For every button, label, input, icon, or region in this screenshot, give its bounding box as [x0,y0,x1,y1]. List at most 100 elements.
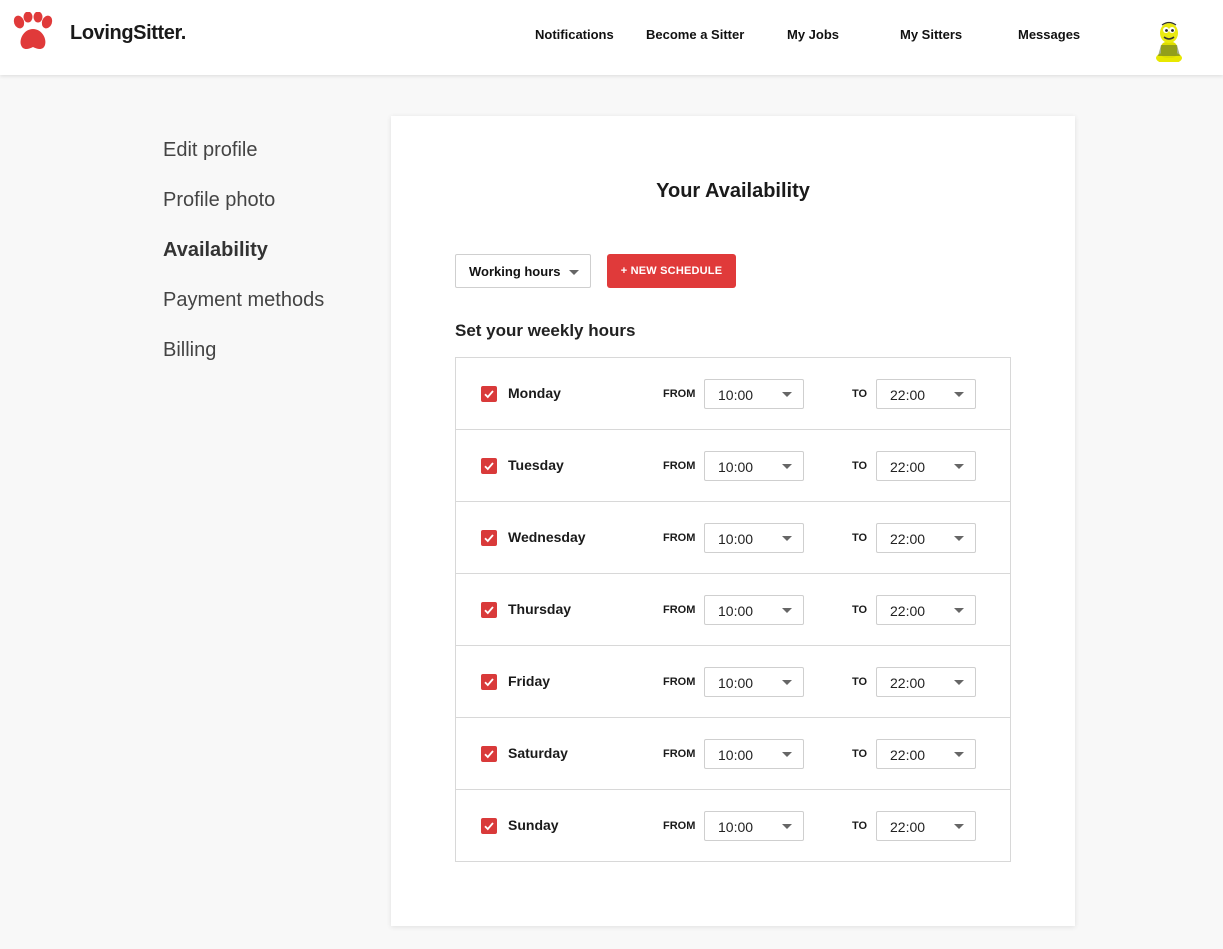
from-label: FROM [663,460,696,472]
from-time-value: 10:00 [718,747,754,763]
nav-messages[interactable]: Messages [1018,27,1080,42]
from-time-select[interactable]: 10:00 [704,451,804,481]
to-time-select[interactable]: 22:00 [876,811,976,841]
to-label: TO [852,388,868,400]
chevron-down-icon [782,680,792,685]
avatar-icon[interactable] [1150,18,1188,62]
chevron-down-icon [782,752,792,757]
chevron-down-icon [782,608,792,613]
from-label: FROM [663,532,696,544]
top-header: LovingSitter. Notifications Become a Sit… [0,0,1223,75]
from-label: FROM [663,676,696,688]
day-checkbox[interactable] [481,602,497,618]
nav-notifications[interactable]: Notifications [535,27,614,42]
nav-become-a-sitter[interactable]: Become a Sitter [646,27,744,42]
to-time-select[interactable]: 22:00 [876,667,976,697]
from-label: FROM [663,388,696,400]
chevron-down-icon [954,752,964,757]
to-label: TO [852,460,868,472]
day-row-wednesday: Wednesday FROM 10:00 TO 22:00 [456,502,1010,574]
chevron-down-icon [782,824,792,829]
checkmark-icon [484,390,494,399]
from-time-select[interactable]: 10:00 [704,595,804,625]
day-checkbox[interactable] [481,458,497,474]
sidebar-item-edit-profile[interactable]: Edit profile [163,139,258,162]
checkmark-icon [484,822,494,831]
checkmark-icon [484,750,494,759]
to-label: TO [852,748,868,760]
page-title: Your Availability [656,180,810,202]
day-row-thursday: Thursday FROM 10:00 TO 22:00 [456,574,1010,646]
from-time-select[interactable]: 10:00 [704,379,804,409]
day-label: Friday [508,673,551,689]
from-label: FROM [663,820,696,832]
to-time-select[interactable]: 22:00 [876,451,976,481]
sidebar-item-payment-methods[interactable]: Payment methods [163,289,324,312]
checkmark-icon [484,462,494,471]
logo[interactable]: LovingSitter. [10,12,186,52]
day-label: Sunday [508,817,559,833]
day-row-monday: Monday FROM 10:00 TO 22:00 [456,358,1010,430]
from-label: FROM [663,748,696,760]
to-time-value: 22:00 [890,531,926,547]
nav-my-sitters[interactable]: My Sitters [900,27,962,42]
from-time-select[interactable]: 10:00 [704,739,804,769]
day-checkbox[interactable] [481,674,497,690]
to-label: TO [852,676,868,688]
from-time-select[interactable]: 10:00 [704,667,804,697]
chevron-down-icon [782,536,792,541]
to-label: TO [852,820,868,832]
day-row-sunday: Sunday FROM 10:00 TO 22:00 [456,790,1010,861]
chevron-down-icon [954,392,964,397]
day-checkbox[interactable] [481,530,497,546]
checkmark-icon [484,606,494,615]
day-label: Tuesday [508,457,564,473]
from-label: FROM [663,604,696,616]
sidebar-item-availability[interactable]: Availability [163,239,268,262]
to-time-value: 22:00 [890,819,926,835]
to-time-select[interactable]: 22:00 [876,523,976,553]
nav-my-jobs[interactable]: My Jobs [787,27,839,42]
from-time-value: 10:00 [718,819,754,835]
checkmark-icon [484,534,494,543]
day-checkbox[interactable] [481,746,497,762]
to-time-value: 22:00 [890,459,926,475]
chevron-down-icon [569,270,579,275]
chevron-down-icon [954,464,964,469]
weekly-hours-heading: Set your weekly hours [455,321,636,340]
schedule-select[interactable]: Working hours [455,254,591,288]
chevron-down-icon [954,680,964,685]
to-time-select[interactable]: 22:00 [876,595,976,625]
day-label: Monday [508,385,561,401]
schedule-select-value: Working hours [469,264,561,279]
chevron-down-icon [782,392,792,397]
from-time-value: 10:00 [718,603,754,619]
day-label: Thursday [508,601,572,617]
to-time-select[interactable]: 22:00 [876,739,976,769]
chevron-down-icon [782,464,792,469]
checkmark-icon [484,678,494,687]
day-checkbox[interactable] [481,818,497,834]
to-time-select[interactable]: 22:00 [876,379,976,409]
day-label: Wednesday [508,529,586,545]
day-row-saturday: Saturday FROM 10:00 TO 22:00 [456,718,1010,790]
from-time-value: 10:00 [718,531,754,547]
sidebar-item-profile-photo[interactable]: Profile photo [163,189,275,212]
from-time-select[interactable]: 10:00 [704,523,804,553]
brand-name: LovingSitter. [70,22,186,44]
day-label: Saturday [508,745,568,761]
day-checkbox[interactable] [481,386,497,402]
to-time-value: 22:00 [890,603,926,619]
from-time-select[interactable]: 10:00 [704,811,804,841]
day-row-tuesday: Tuesday FROM 10:00 TO 22:00 [456,430,1010,502]
from-time-value: 10:00 [718,387,754,403]
chevron-down-icon [954,608,964,613]
sidebar-item-billing[interactable]: Billing [163,339,216,362]
to-time-value: 22:00 [890,747,926,763]
new-schedule-button[interactable]: + NEW SCHEDULE [607,254,736,288]
paw-icon [13,12,53,49]
from-time-value: 10:00 [718,675,754,691]
chevron-down-icon [954,536,964,541]
weekly-hours-table: Monday FROM 10:00 TO 22:00 Tuesday FROM … [455,357,1011,862]
chevron-down-icon [954,824,964,829]
